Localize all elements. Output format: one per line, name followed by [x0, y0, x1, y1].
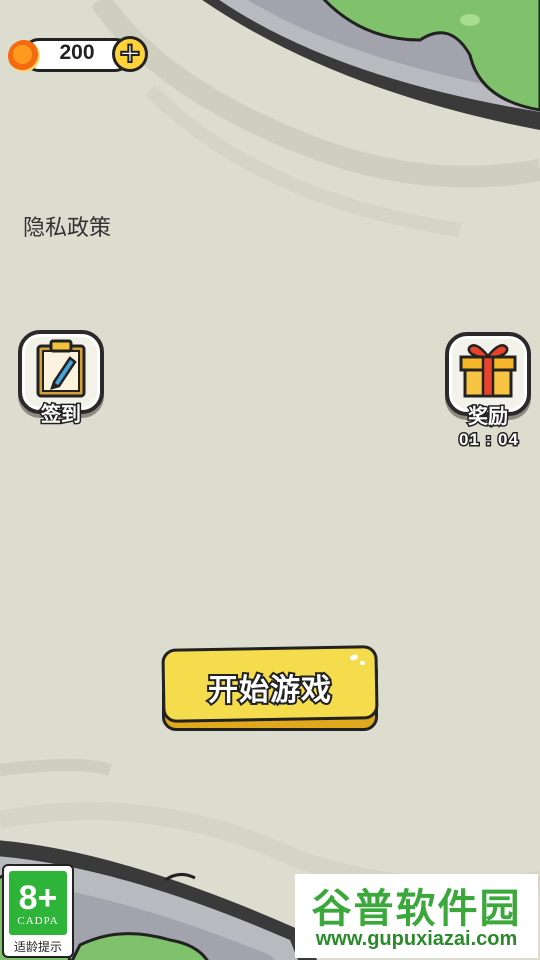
reward-timer: 01 : 04 [458, 429, 520, 451]
plus-icon: + [117, 35, 143, 69]
start-game-button[interactable]: 开始游戏 [160, 645, 380, 733]
checkin-label: 签到 [40, 401, 83, 428]
age-rating-hint: 适龄提示 [13, 940, 62, 954]
background-scenery [0, 0, 540, 960]
watermark-url: www.gupuxiazai.com [315, 928, 518, 950]
privacy-policy-link[interactable]: 隐私政策 [23, 210, 111, 242]
watermark-title: 谷普软件园 [311, 886, 522, 932]
age-rating-value: 8+ [18, 879, 58, 917]
age-rating-panel: 8+ CADPA [9, 871, 67, 935]
add-coins-button[interactable]: + [112, 36, 148, 72]
coin-value: 200 [59, 41, 95, 64]
reward-button[interactable]: 奖励 [445, 332, 531, 430]
age-rating-badge[interactable]: 8+ CADPA 适龄提示 [2, 864, 74, 958]
coin-counter: 200 + [8, 36, 148, 76]
site-watermark: 谷普软件园 www.gupuxiazai.com [295, 874, 538, 958]
coin-icon [8, 40, 40, 72]
start-game-label: 开始游戏 [206, 671, 333, 710]
age-rating-org: CADPA [17, 915, 59, 927]
gift-box-icon [459, 344, 517, 398]
clipboard-pencil-icon [36, 339, 86, 398]
checkin-button[interactable]: 签到 [18, 330, 104, 428]
reward-label: 奖励 [467, 403, 510, 430]
